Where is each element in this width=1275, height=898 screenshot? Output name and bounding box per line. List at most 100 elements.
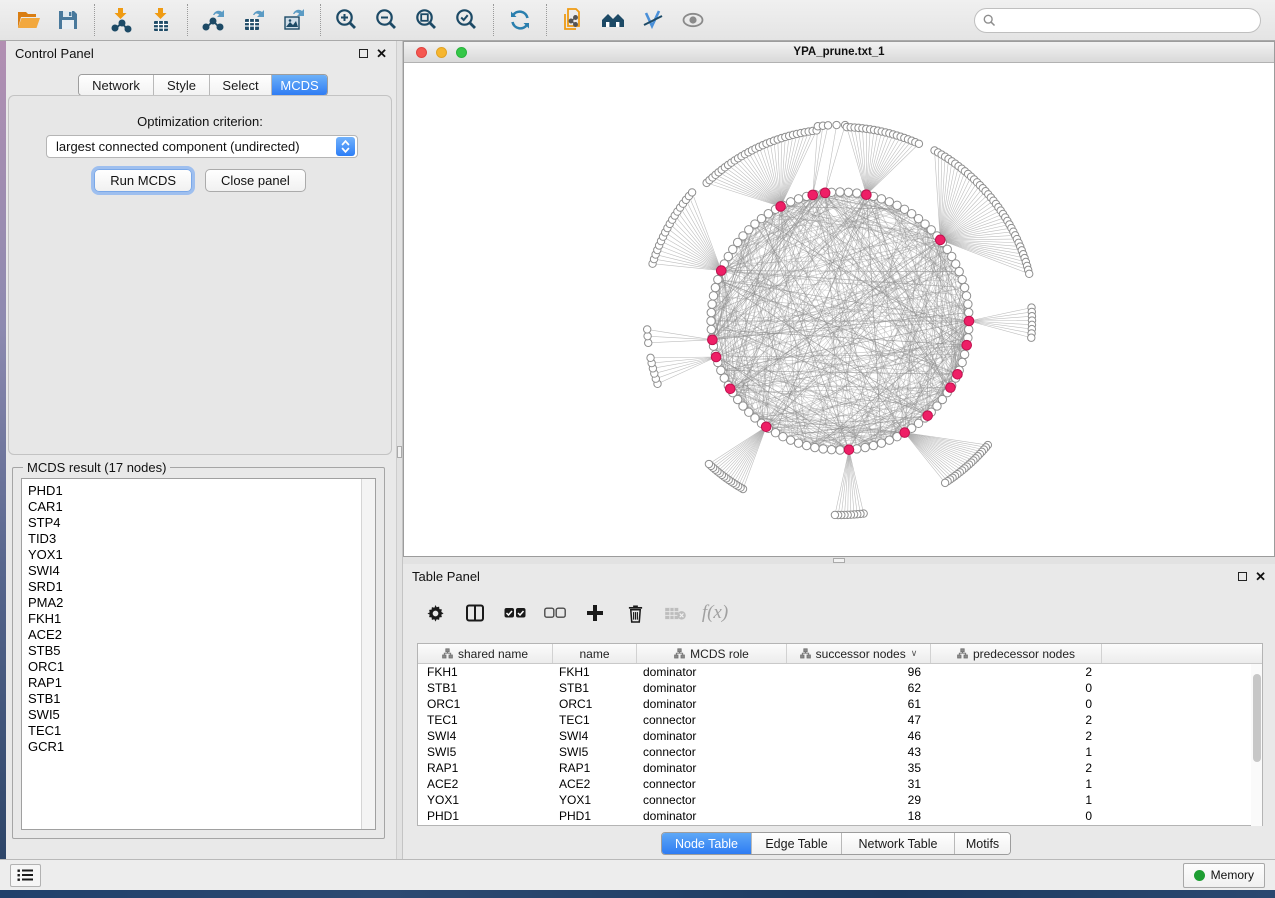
houses-button[interactable] — [593, 2, 633, 38]
clear-checks-button[interactable] — [537, 595, 573, 631]
table-row[interactable]: SWI5SWI5connector431 — [418, 744, 1262, 760]
search-box[interactable] — [974, 8, 1261, 33]
zoom-out-button[interactable] — [367, 2, 407, 38]
cell-shared-name: FKH1 — [418, 664, 553, 680]
control-panel: Control Panel ✕ NetworkStyleSelectMCDS O… — [6, 41, 396, 859]
mcds-result-list[interactable]: PHD1CAR1STP4TID3YOX1SWI4SRD1PMA2FKH1ACE2… — [21, 478, 376, 830]
table-scrollbar-thumb[interactable] — [1253, 674, 1261, 762]
import-network-button[interactable] — [101, 2, 141, 38]
vertical-splitter-handle[interactable] — [397, 446, 402, 458]
export-table-button[interactable] — [234, 2, 274, 38]
settings-gear-button[interactable] — [417, 595, 453, 631]
float-panel-icon[interactable] — [359, 49, 368, 58]
zoom-selected-button[interactable] — [447, 2, 487, 38]
select-all-checks-button[interactable] — [497, 595, 533, 631]
table-row[interactable]: SWI4SWI4dominator462 — [418, 728, 1262, 744]
result-node-item[interactable]: STB1 — [28, 691, 355, 707]
tab-node-table[interactable]: Node Table — [662, 833, 752, 854]
table-row[interactable]: TEC1TEC1connector472 — [418, 712, 1262, 728]
cell-MCDS-role: connector — [637, 792, 787, 808]
memory-button[interactable]: Memory — [1183, 863, 1265, 888]
result-node-item[interactable]: RAP1 — [28, 675, 355, 691]
result-node-item[interactable]: YOX1 — [28, 547, 355, 563]
table-scrollbar[interactable] — [1251, 664, 1262, 826]
application-window: Control Panel ✕ NetworkStyleSelectMCDS O… — [0, 0, 1275, 898]
table-panel-title: Table Panel — [412, 569, 480, 584]
tab-edge-table[interactable]: Edge Table — [752, 833, 842, 854]
task-history-button[interactable] — [10, 864, 41, 887]
network-window-titlebar[interactable]: YPA_prune.txt_1 — [404, 42, 1274, 63]
eye-button[interactable] — [673, 2, 713, 38]
cell-successor-nodes: 43 — [787, 744, 931, 760]
result-node-item[interactable]: FKH1 — [28, 611, 355, 627]
result-node-item[interactable]: STB5 — [28, 643, 355, 659]
split-columns-button[interactable] — [457, 595, 493, 631]
cell-MCDS-role: connector — [637, 744, 787, 760]
close-table-panel-icon[interactable]: ✕ — [1255, 570, 1266, 583]
table-row[interactable]: PHD1PHD1dominator180 — [418, 808, 1262, 824]
float-table-panel-icon[interactable] — [1238, 572, 1247, 581]
export-network-button[interactable] — [194, 2, 234, 38]
zoom-fit-icon — [414, 7, 440, 33]
tab-select[interactable]: Select — [210, 75, 272, 95]
cell-successor-nodes: 46 — [787, 728, 931, 744]
result-node-item[interactable]: SRD1 — [28, 579, 355, 595]
zoom-fit-button[interactable] — [407, 2, 447, 38]
table-row[interactable]: YOX1YOX1connector291 — [418, 792, 1262, 808]
result-node-item[interactable]: ACE2 — [28, 627, 355, 643]
table-row[interactable]: FKH1FKH1dominator962 — [418, 664, 1262, 680]
result-node-item[interactable]: TEC1 — [28, 723, 355, 739]
result-node-item[interactable]: PHD1 — [28, 483, 355, 499]
result-node-item[interactable]: SWI5 — [28, 707, 355, 723]
run-mcds-button[interactable]: Run MCDS — [94, 169, 192, 192]
column-header-MCDS-role[interactable]: MCDS role — [637, 644, 787, 663]
save-session-button[interactable] — [48, 2, 88, 38]
zoom-in-button[interactable] — [327, 2, 367, 38]
table-row[interactable]: ACE2ACE2connector311 — [418, 776, 1262, 792]
network-view-window: YPA_prune.txt_1 — [403, 41, 1275, 557]
cell-MCDS-role: dominator — [637, 696, 787, 712]
result-node-item[interactable]: TID3 — [28, 531, 355, 547]
vertical-splitter[interactable] — [396, 41, 403, 859]
delete-column-button[interactable] — [617, 595, 653, 631]
tab-network-table[interactable]: Network Table — [842, 833, 955, 854]
cell-shared-name: YOX1 — [418, 792, 553, 808]
result-node-item[interactable]: GCR1 — [28, 739, 355, 755]
clone-network-button[interactable] — [553, 2, 593, 38]
cell-shared-name: ORC1 — [418, 696, 553, 712]
result-list-scrollbar[interactable] — [361, 479, 375, 829]
criterion-dropdown[interactable]: largest connected component (undirected) — [46, 135, 358, 158]
result-node-item[interactable]: PMA2 — [28, 595, 355, 611]
add-column-button[interactable] — [577, 595, 613, 631]
import-table-button[interactable] — [141, 2, 181, 38]
network-canvas[interactable] — [404, 63, 1274, 556]
cell-MCDS-role: dominator — [637, 808, 787, 824]
tab-network[interactable]: Network — [79, 75, 154, 95]
tab-style[interactable]: Style — [154, 75, 210, 95]
close-panel-button[interactable]: Close panel — [205, 169, 306, 192]
cell-MCDS-role: connector — [637, 712, 787, 728]
column-header-predecessor-nodes[interactable]: predecessor nodes — [931, 644, 1102, 663]
cell-successor-nodes: 18 — [787, 808, 931, 824]
horizontal-splitter-handle[interactable] — [833, 558, 845, 563]
close-panel-icon[interactable]: ✕ — [376, 47, 387, 60]
column-header-name[interactable]: name — [553, 644, 637, 663]
export-image-button[interactable] — [274, 2, 314, 38]
tab-motifs[interactable]: Motifs — [955, 833, 1010, 854]
column-header-shared-name[interactable]: shared name — [418, 644, 553, 663]
open-file-button[interactable] — [8, 2, 48, 38]
horizontal-splitter[interactable] — [403, 557, 1275, 564]
hide-strike-button[interactable] — [633, 2, 673, 38]
table-row[interactable]: ORC1ORC1dominator610 — [418, 696, 1262, 712]
result-node-item[interactable]: CAR1 — [28, 499, 355, 515]
table-row[interactable]: STB1STB1dominator620 — [418, 680, 1262, 696]
result-node-item[interactable]: ORC1 — [28, 659, 355, 675]
refresh-layout-button[interactable] — [500, 2, 540, 38]
result-node-item[interactable]: STP4 — [28, 515, 355, 531]
tab-mcds[interactable]: MCDS — [272, 75, 327, 95]
column-header-successor-nodes[interactable]: successor nodes∨ — [787, 644, 931, 663]
cell-shared-name: STB1 — [418, 680, 553, 696]
search-input[interactable] — [1001, 13, 1252, 27]
result-node-item[interactable]: SWI4 — [28, 563, 355, 579]
table-row[interactable]: RAP1RAP1dominator352 — [418, 760, 1262, 776]
